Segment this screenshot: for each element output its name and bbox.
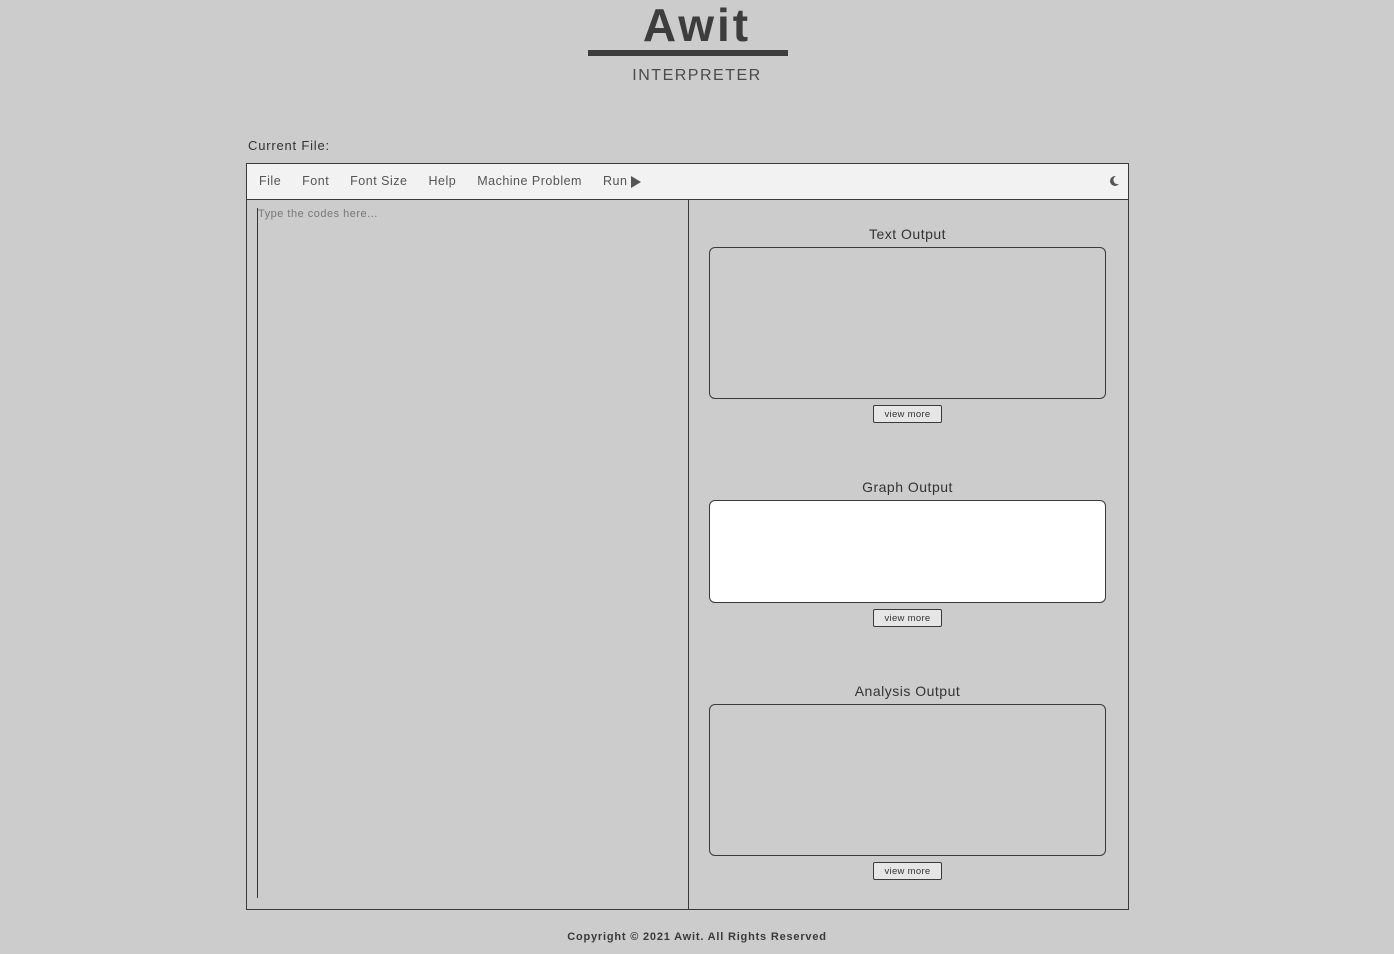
code-editor-input[interactable] [257, 208, 678, 898]
app-subtitle: INTERPRETER [632, 67, 762, 84]
analysis-output-box [709, 704, 1106, 856]
text-output-view-more-button[interactable]: view more [873, 405, 942, 423]
text-output-section: Text Output view more [709, 224, 1106, 423]
menu-font[interactable]: Font [292, 164, 340, 199]
menu-machine-problem[interactable]: Machine Problem [467, 164, 593, 199]
toolbar: File Font Font Size Help Machine Problem… [247, 164, 1128, 200]
run-button[interactable]: Run [592, 164, 651, 199]
output-pane: Text Output view more Graph Output view … [689, 200, 1128, 909]
analysis-output-section: Analysis Output view more [709, 681, 1106, 880]
title-underline [588, 50, 788, 56]
current-file: Current File: [248, 138, 334, 153]
text-output-box [709, 247, 1106, 399]
menu-file[interactable]: File [247, 164, 292, 199]
graph-output-title: Graph Output [862, 479, 953, 495]
menu-font-size[interactable]: Font Size [340, 164, 418, 199]
menu-help[interactable]: Help [418, 164, 467, 199]
analysis-output-title: Analysis Output [854, 683, 961, 699]
graph-output-section: Graph Output view more [709, 477, 1106, 627]
moon-icon[interactable] [1108, 174, 1122, 188]
play-icon [631, 175, 642, 188]
menu-bar: File Font Font Size Help Machine Problem… [247, 164, 652, 199]
graph-output-box [709, 500, 1106, 603]
run-label: Run [602, 174, 628, 188]
app-title: Awit [642, 0, 752, 51]
footer-copyright: Copyright © 2021 Awit. All Rights Reserv… [567, 931, 827, 943]
text-output-title: Text Output [868, 226, 947, 242]
current-file-label: Current File: [248, 138, 330, 153]
graph-output-view-more-button[interactable]: view more [873, 609, 942, 627]
editor-frame: File Font Font Size Help Machine Problem… [246, 163, 1129, 910]
analysis-output-view-more-button[interactable]: view more [873, 862, 942, 880]
code-pane [247, 200, 689, 909]
